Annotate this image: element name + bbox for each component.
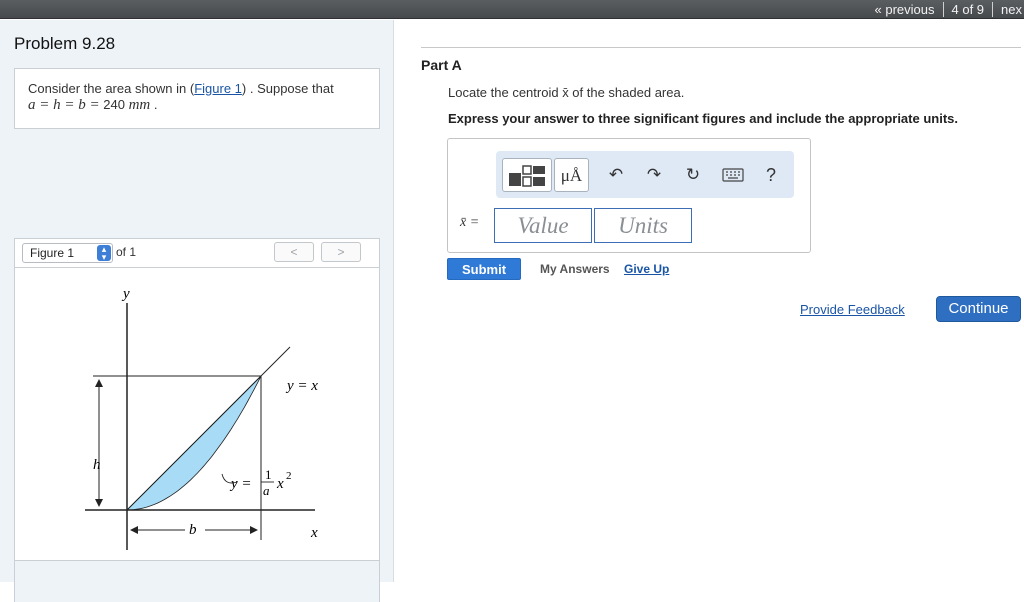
- help-icon[interactable]: ?: [760, 158, 782, 192]
- figure-select[interactable]: Figure 1 ▴ ▾: [22, 243, 113, 263]
- equation-end: .: [153, 97, 158, 112]
- curve-equation-variable: x: [276, 476, 284, 492]
- figure-toolbar: Figure 1 ▴ ▾ of 1 < >: [14, 238, 380, 267]
- previous-link[interactable]: « previous: [867, 2, 943, 17]
- curve-equation-denominator: a: [263, 483, 270, 498]
- part-divider: [421, 47, 1021, 48]
- curve-equation-numerator: 1: [265, 467, 272, 482]
- pager: « previous 4 of 9 nex: [867, 0, 1024, 19]
- units-button[interactable]: μÅ: [554, 158, 589, 192]
- page-position: 4 of 9: [951, 2, 985, 17]
- line-equation-label: y = x: [285, 378, 318, 394]
- math-toolbar: μÅ ↶ ↷ ↻ ?: [496, 151, 794, 198]
- submit-button[interactable]: Submit: [447, 258, 521, 280]
- curve-equation-exponent: 2: [286, 470, 292, 482]
- curve-equation-lhs: y =: [229, 476, 252, 492]
- redo-icon[interactable]: ↷: [642, 158, 666, 192]
- h-label: h: [93, 457, 101, 473]
- equation-variables: a = h = b =: [28, 97, 100, 113]
- problem-title: Problem 9.28: [14, 34, 116, 53]
- value-input[interactable]: Value: [494, 208, 592, 243]
- reset-icon[interactable]: ↻: [681, 158, 705, 192]
- figure-link[interactable]: Figure 1: [194, 81, 242, 96]
- next-figure-button[interactable]: >: [321, 242, 361, 262]
- part-title: Part A: [421, 57, 462, 73]
- question-text: Locate the centroid x̄ of the shaded are…: [448, 85, 685, 100]
- next-link[interactable]: nex: [993, 2, 1024, 17]
- problem-panel: Problem 9.28 Consider the area shown in …: [0, 20, 394, 602]
- previous-figure-button[interactable]: <: [274, 242, 314, 262]
- give-up-link[interactable]: Give Up: [624, 262, 669, 276]
- select-arrows-icon: ▴ ▾: [97, 245, 111, 262]
- undo-icon[interactable]: ↶: [604, 158, 628, 192]
- keyboard-icon[interactable]: [720, 158, 746, 192]
- x-axis-label: x: [310, 525, 318, 541]
- my-answers-label: My Answers: [540, 262, 610, 276]
- provide-feedback-link[interactable]: Provide Feedback: [800, 302, 905, 317]
- templates-button[interactable]: [502, 158, 552, 192]
- templates-icon: [509, 165, 545, 187]
- figure-count: of 1: [116, 245, 137, 259]
- figure-select-value: Figure 1: [30, 246, 75, 260]
- continue-button[interactable]: Continue: [936, 296, 1021, 322]
- figure-diagram: y x y = x h b y = 1 a x 2: [85, 286, 318, 550]
- top-navigation-bar: « previous 4 of 9 nex: [0, 0, 1024, 19]
- equation-unit: mm: [128, 97, 151, 113]
- b-label: b: [189, 522, 197, 538]
- figure-frame: y x y = x h b y = 1 a x 2: [14, 267, 380, 561]
- statement-text: ) . Suppose that: [241, 81, 334, 96]
- units-input[interactable]: Units: [594, 208, 692, 243]
- problem-statement: Consider the area shown in (Figure 1) . …: [14, 68, 380, 129]
- equation-value: 240: [103, 97, 125, 112]
- keyboard-glyph: [722, 168, 744, 182]
- answer-box: μÅ ↶ ↷ ↻ ? x̄ = Value Units: [447, 138, 811, 253]
- statement-text: Consider the area shown in (: [28, 81, 195, 96]
- instruction-text: Express your answer to three significant…: [448, 111, 958, 126]
- y-axis-label: y: [121, 286, 130, 302]
- answer-variable-label: x̄ =: [460, 215, 480, 230]
